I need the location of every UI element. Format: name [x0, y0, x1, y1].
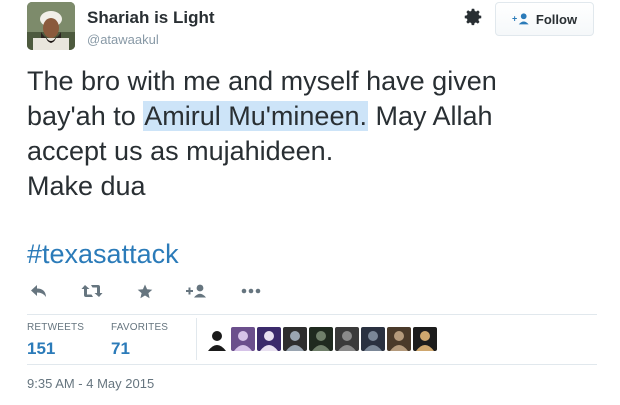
retweets-stat[interactable]: RETWEETS 151	[27, 322, 84, 359]
stats-separator	[196, 318, 197, 360]
favoriter-avatar[interactable]	[309, 327, 333, 351]
follow-button-label: Follow	[535, 11, 578, 27]
favoriter-avatar[interactable]	[205, 327, 229, 351]
tweet-text: The bro with me and myself have given ba…	[27, 64, 607, 204]
follow-icon[interactable]	[185, 280, 209, 302]
favoriter-avatar[interactable]	[283, 327, 307, 351]
favoriter-avatar[interactable]	[335, 327, 359, 351]
tweet-card: Shariah is Light @atawaakul + Follow The…	[0, 0, 620, 405]
favorites-stat[interactable]: FAVORITES 71	[111, 322, 168, 359]
tweet-actions	[27, 280, 287, 302]
retweet-icon[interactable]	[79, 280, 105, 302]
display-name[interactable]: Shariah is Light	[87, 8, 215, 28]
user-avatar[interactable]	[27, 2, 75, 50]
more-icon[interactable]	[239, 280, 263, 302]
tweet-line-4: Make dua	[27, 171, 146, 201]
stats-top-divider	[27, 314, 597, 315]
svg-text:+: +	[512, 14, 517, 24]
favoriter-avatar[interactable]	[413, 327, 437, 351]
tweet-line-2-start: bay'ah to	[27, 101, 144, 131]
favorites-count[interactable]: 71	[111, 339, 168, 359]
tweet-line-2: bay'ah to Amirul Mu'mineen. May Allah	[27, 99, 607, 134]
favoriter-avatar[interactable]	[361, 327, 385, 351]
tweet-line-1: The bro with me and myself have given	[27, 66, 497, 96]
retweets-label: RETWEETS	[27, 322, 85, 333]
reply-icon[interactable]	[27, 280, 51, 302]
favorites-label: FAVORITES	[111, 322, 169, 333]
tweet-line-3: accept us as mujahideen.	[27, 136, 334, 166]
tweet-line-2-end: May Allah	[367, 101, 493, 131]
highlighted-text[interactable]: Amirul Mu'mineen.	[143, 101, 368, 131]
screen-name[interactable]: @atawaakul	[87, 32, 159, 47]
follow-button[interactable]: + Follow	[495, 2, 594, 36]
favoriters-list	[205, 327, 437, 351]
favoriter-avatar[interactable]	[387, 327, 411, 351]
favoriter-avatar[interactable]	[257, 327, 281, 351]
profile-photo-icon	[27, 2, 75, 50]
gear-icon[interactable]	[462, 6, 484, 28]
favoriter-avatar[interactable]	[231, 327, 255, 351]
stats-bottom-divider	[27, 364, 597, 365]
hashtag-link[interactable]: #texasattack	[27, 237, 179, 272]
tweet-timestamp[interactable]: 9:35 AM - 4 May 2015	[27, 376, 154, 391]
retweets-count[interactable]: 151	[27, 339, 84, 359]
add-user-icon: +	[512, 13, 529, 25]
favorite-icon[interactable]	[135, 280, 155, 302]
